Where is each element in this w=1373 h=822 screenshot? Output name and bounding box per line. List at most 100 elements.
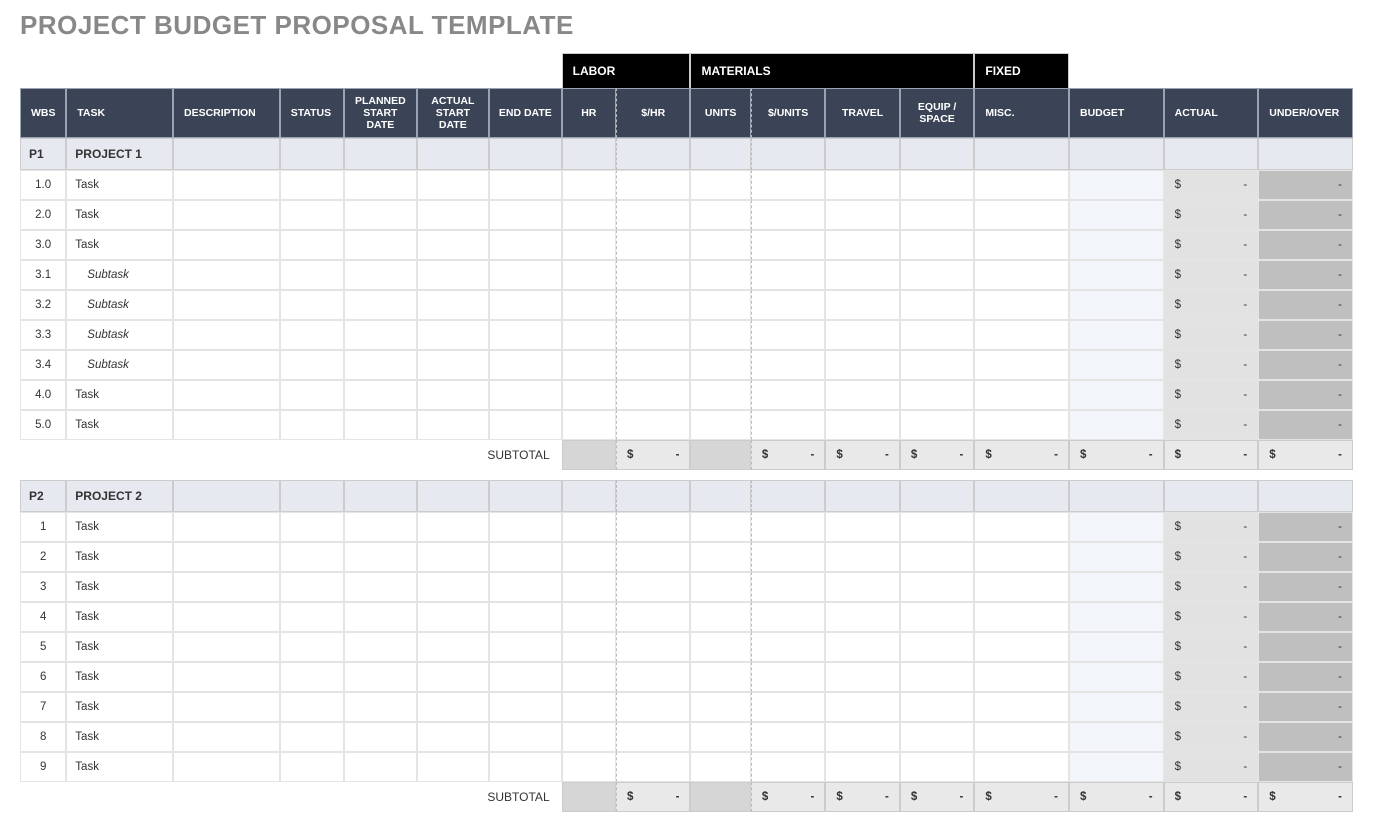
empty-cell[interactable]	[616, 410, 691, 440]
empty-cell[interactable]	[616, 722, 691, 752]
task-cell[interactable]: Task	[66, 602, 173, 632]
empty-cell[interactable]	[751, 542, 825, 572]
empty-cell[interactable]	[616, 230, 691, 260]
empty-cell[interactable]	[280, 632, 344, 662]
empty-cell[interactable]	[616, 380, 691, 410]
empty-cell[interactable]	[974, 632, 1069, 662]
empty-cell[interactable]	[751, 290, 825, 320]
empty-cell[interactable]	[417, 320, 489, 350]
empty-cell[interactable]	[344, 350, 416, 380]
empty-cell[interactable]	[417, 692, 489, 722]
empty-cell[interactable]	[690, 350, 750, 380]
empty-cell[interactable]	[280, 320, 344, 350]
empty-cell[interactable]	[616, 290, 691, 320]
empty-cell[interactable]	[825, 350, 899, 380]
empty-cell[interactable]	[900, 602, 975, 632]
empty-cell[interactable]	[280, 380, 344, 410]
empty-cell[interactable]	[1069, 662, 1164, 692]
empty-cell[interactable]	[489, 170, 562, 200]
empty-cell[interactable]	[900, 572, 975, 602]
task-cell[interactable]: Subtask	[66, 290, 173, 320]
empty-cell[interactable]	[562, 692, 616, 722]
empty-cell[interactable]	[825, 752, 899, 782]
empty-cell[interactable]	[690, 380, 750, 410]
empty-cell[interactable]	[344, 380, 416, 410]
empty-cell[interactable]	[825, 170, 899, 200]
money-cell[interactable]: $-	[1164, 200, 1259, 230]
empty-cell[interactable]	[751, 572, 825, 602]
task-cell[interactable]: Subtask	[66, 260, 173, 290]
empty-cell[interactable]	[280, 260, 344, 290]
wbs-cell[interactable]: 4.0	[20, 380, 66, 410]
empty-cell[interactable]	[974, 230, 1069, 260]
empty-cell[interactable]	[489, 350, 562, 380]
empty-cell[interactable]	[562, 572, 616, 602]
empty-cell[interactable]	[1069, 572, 1164, 602]
empty-cell[interactable]	[825, 290, 899, 320]
empty-cell[interactable]	[344, 572, 416, 602]
empty-cell[interactable]	[417, 290, 489, 320]
empty-cell[interactable]	[900, 380, 975, 410]
empty-cell[interactable]	[900, 542, 975, 572]
empty-cell[interactable]	[616, 350, 691, 380]
empty-cell[interactable]	[173, 602, 280, 632]
empty-cell[interactable]	[900, 632, 975, 662]
empty-cell[interactable]	[417, 170, 489, 200]
task-cell[interactable]: Task	[66, 752, 173, 782]
dash-cell[interactable]: -	[1258, 290, 1353, 320]
empty-cell[interactable]	[616, 602, 691, 632]
empty-cell[interactable]	[173, 380, 280, 410]
empty-cell[interactable]	[562, 752, 616, 782]
empty-cell[interactable]	[489, 632, 562, 662]
empty-cell[interactable]	[616, 200, 691, 230]
money-cell[interactable]: $-	[1164, 380, 1259, 410]
empty-cell[interactable]	[417, 230, 489, 260]
empty-cell[interactable]	[417, 722, 489, 752]
empty-cell[interactable]	[1069, 260, 1164, 290]
empty-cell[interactable]	[1069, 752, 1164, 782]
empty-cell[interactable]	[280, 410, 344, 440]
empty-cell[interactable]	[690, 662, 750, 692]
empty-cell[interactable]	[562, 290, 616, 320]
empty-cell[interactable]	[173, 692, 280, 722]
wbs-cell[interactable]: 5	[20, 632, 66, 662]
empty-cell[interactable]	[417, 350, 489, 380]
empty-cell[interactable]	[1069, 692, 1164, 722]
empty-cell[interactable]	[1069, 380, 1164, 410]
empty-cell[interactable]	[825, 230, 899, 260]
empty-cell[interactable]	[825, 662, 899, 692]
empty-cell[interactable]	[1069, 512, 1164, 542]
empty-cell[interactable]	[280, 662, 344, 692]
empty-cell[interactable]	[900, 722, 975, 752]
dash-cell[interactable]: -	[1258, 350, 1353, 380]
task-cell[interactable]: Subtask	[66, 320, 173, 350]
money-cell[interactable]: $-	[1164, 410, 1259, 440]
task-cell[interactable]: Task	[66, 722, 173, 752]
empty-cell[interactable]	[616, 572, 691, 602]
empty-cell[interactable]	[825, 692, 899, 722]
empty-cell[interactable]	[974, 752, 1069, 782]
empty-cell[interactable]	[825, 542, 899, 572]
empty-cell[interactable]	[825, 260, 899, 290]
empty-cell[interactable]	[1069, 602, 1164, 632]
empty-cell[interactable]	[825, 410, 899, 440]
empty-cell[interactable]	[900, 752, 975, 782]
empty-cell[interactable]	[751, 692, 825, 722]
empty-cell[interactable]	[751, 170, 825, 200]
empty-cell[interactable]	[751, 320, 825, 350]
wbs-cell[interactable]: 1.0	[20, 170, 66, 200]
empty-cell[interactable]	[974, 542, 1069, 572]
dash-cell[interactable]: -	[1258, 170, 1353, 200]
empty-cell[interactable]	[489, 290, 562, 320]
money-cell[interactable]: $-	[1164, 752, 1259, 782]
empty-cell[interactable]	[974, 722, 1069, 752]
empty-cell[interactable]	[825, 602, 899, 632]
task-cell[interactable]: Task	[66, 632, 173, 662]
dash-cell[interactable]: -	[1258, 410, 1353, 440]
empty-cell[interactable]	[900, 290, 975, 320]
empty-cell[interactable]	[417, 380, 489, 410]
task-cell[interactable]: Task	[66, 230, 173, 260]
empty-cell[interactable]	[900, 170, 975, 200]
empty-cell[interactable]	[344, 200, 416, 230]
wbs-cell[interactable]: 7	[20, 692, 66, 722]
